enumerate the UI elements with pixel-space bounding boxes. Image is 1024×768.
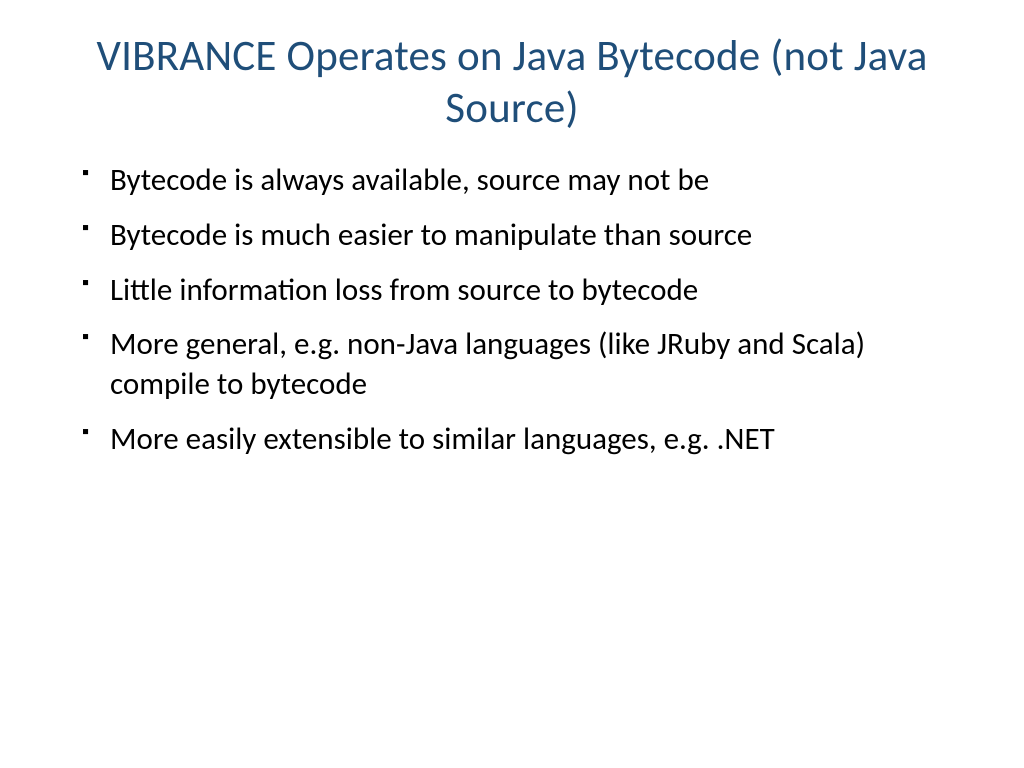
- bullet-item: Bytecode is always available, source may…: [82, 161, 964, 201]
- bullet-item: More general, e.g. non-Java languages (l…: [82, 325, 964, 404]
- bullet-list: Bytecode is always available, source may…: [60, 161, 964, 459]
- bullet-item: Little information loss from source to b…: [82, 271, 964, 311]
- slide-title: VIBRANCE Operates on Java Bytecode (not …: [60, 30, 964, 133]
- bullet-item: More easily extensible to similar langua…: [82, 420, 964, 460]
- slide-container: VIBRANCE Operates on Java Bytecode (not …: [0, 0, 1024, 768]
- bullet-item: Bytecode is much easier to manipulate th…: [82, 216, 964, 256]
